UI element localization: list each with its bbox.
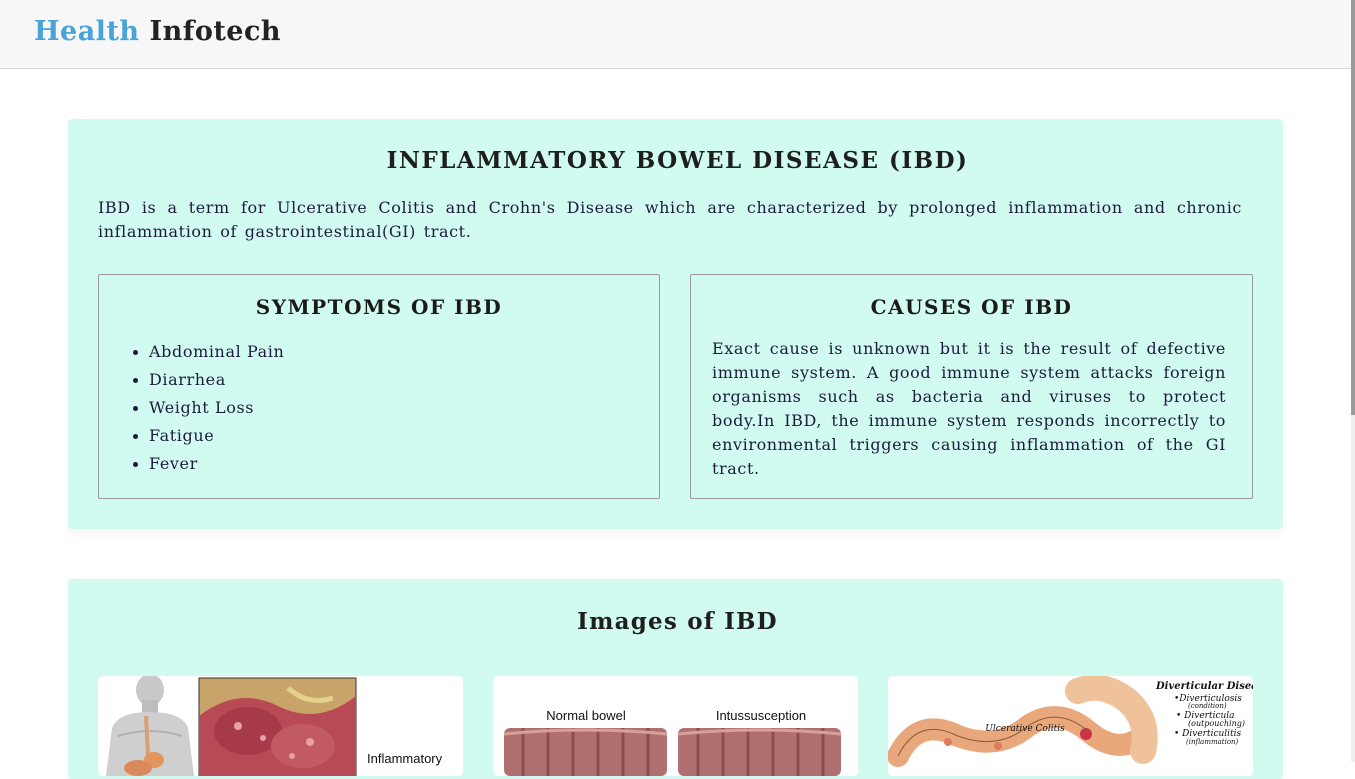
diverticular-illustration: Ulcerative Colitis Diverticular Disease … <box>888 676 1253 776</box>
intussusception-graphic <box>677 728 842 776</box>
inflammatory-illustration: Inflammatory <box>98 676 463 776</box>
intussusception-label: Intussusception <box>716 708 806 723</box>
ibd-image-inflammatory[interactable]: Inflammatory <box>98 676 463 776</box>
causes-text: Exact cause is unknown but it is the res… <box>712 339 1226 478</box>
ibd-image-diverticular[interactable]: Ulcerative Colitis Diverticular Disease … <box>888 676 1253 776</box>
intestine-inset <box>198 677 357 776</box>
causes-title: CAUSES OF IBD <box>870 295 1073 319</box>
diverticular-line: (outpouching) <box>1188 719 1245 728</box>
normal-bowel-graphic <box>503 728 668 776</box>
symptoms-box: SYMPTOMS OF IBD Abdominal Pain Diarrhea … <box>98 274 660 499</box>
causes-box: CAUSES OF IBD Exact cause is unknown but… <box>690 274 1253 499</box>
page-scrollbar[interactable] <box>1351 0 1355 762</box>
scrollbar-thumb[interactable] <box>1351 0 1355 415</box>
page-title: INFLAMMATORY BOWEL DISEASE (IBD) <box>386 147 969 174</box>
diverticular-line: (condition) <box>1188 702 1227 710</box>
diverticular-title: Diverticular Disease <box>1155 681 1253 692</box>
symptom-item: Fatigue <box>132 422 284 450</box>
brand-logo[interactable]: Health Infotech <box>34 16 281 47</box>
symptoms-title: SYMPTOMS OF IBD <box>255 295 503 319</box>
symptom-item: Abdominal Pain <box>132 338 284 366</box>
normal-bowel-label: Normal bowel <box>546 708 626 723</box>
brand-infotech: Infotech <box>149 16 282 47</box>
ibd-intro-text: IBD is a term for Ulcerative Colitis and… <box>98 198 1242 241</box>
diverticular-line: (inflammation) <box>1186 738 1239 746</box>
symptoms-list: Abdominal Pain Diarrhea Weight Loss Fati… <box>132 338 284 478</box>
bowel-comparison-illustration: Normal bowel Intussusception <box>493 676 858 776</box>
brand-health: Health <box>34 16 140 47</box>
symptom-item: Weight Loss <box>132 394 284 422</box>
navbar: Health Infotech <box>0 0 1351 69</box>
images-title: Images of IBD <box>577 608 778 635</box>
image1-label: Inflammatory <box>367 751 443 766</box>
ulcerative-colitis-label: Ulcerative Colitis <box>985 724 1065 734</box>
symptom-item: Diarrhea <box>132 366 284 394</box>
ibd-image-intussusception[interactable]: Normal bowel Intussusception <box>493 676 858 776</box>
symptom-item: Fever <box>132 450 284 478</box>
